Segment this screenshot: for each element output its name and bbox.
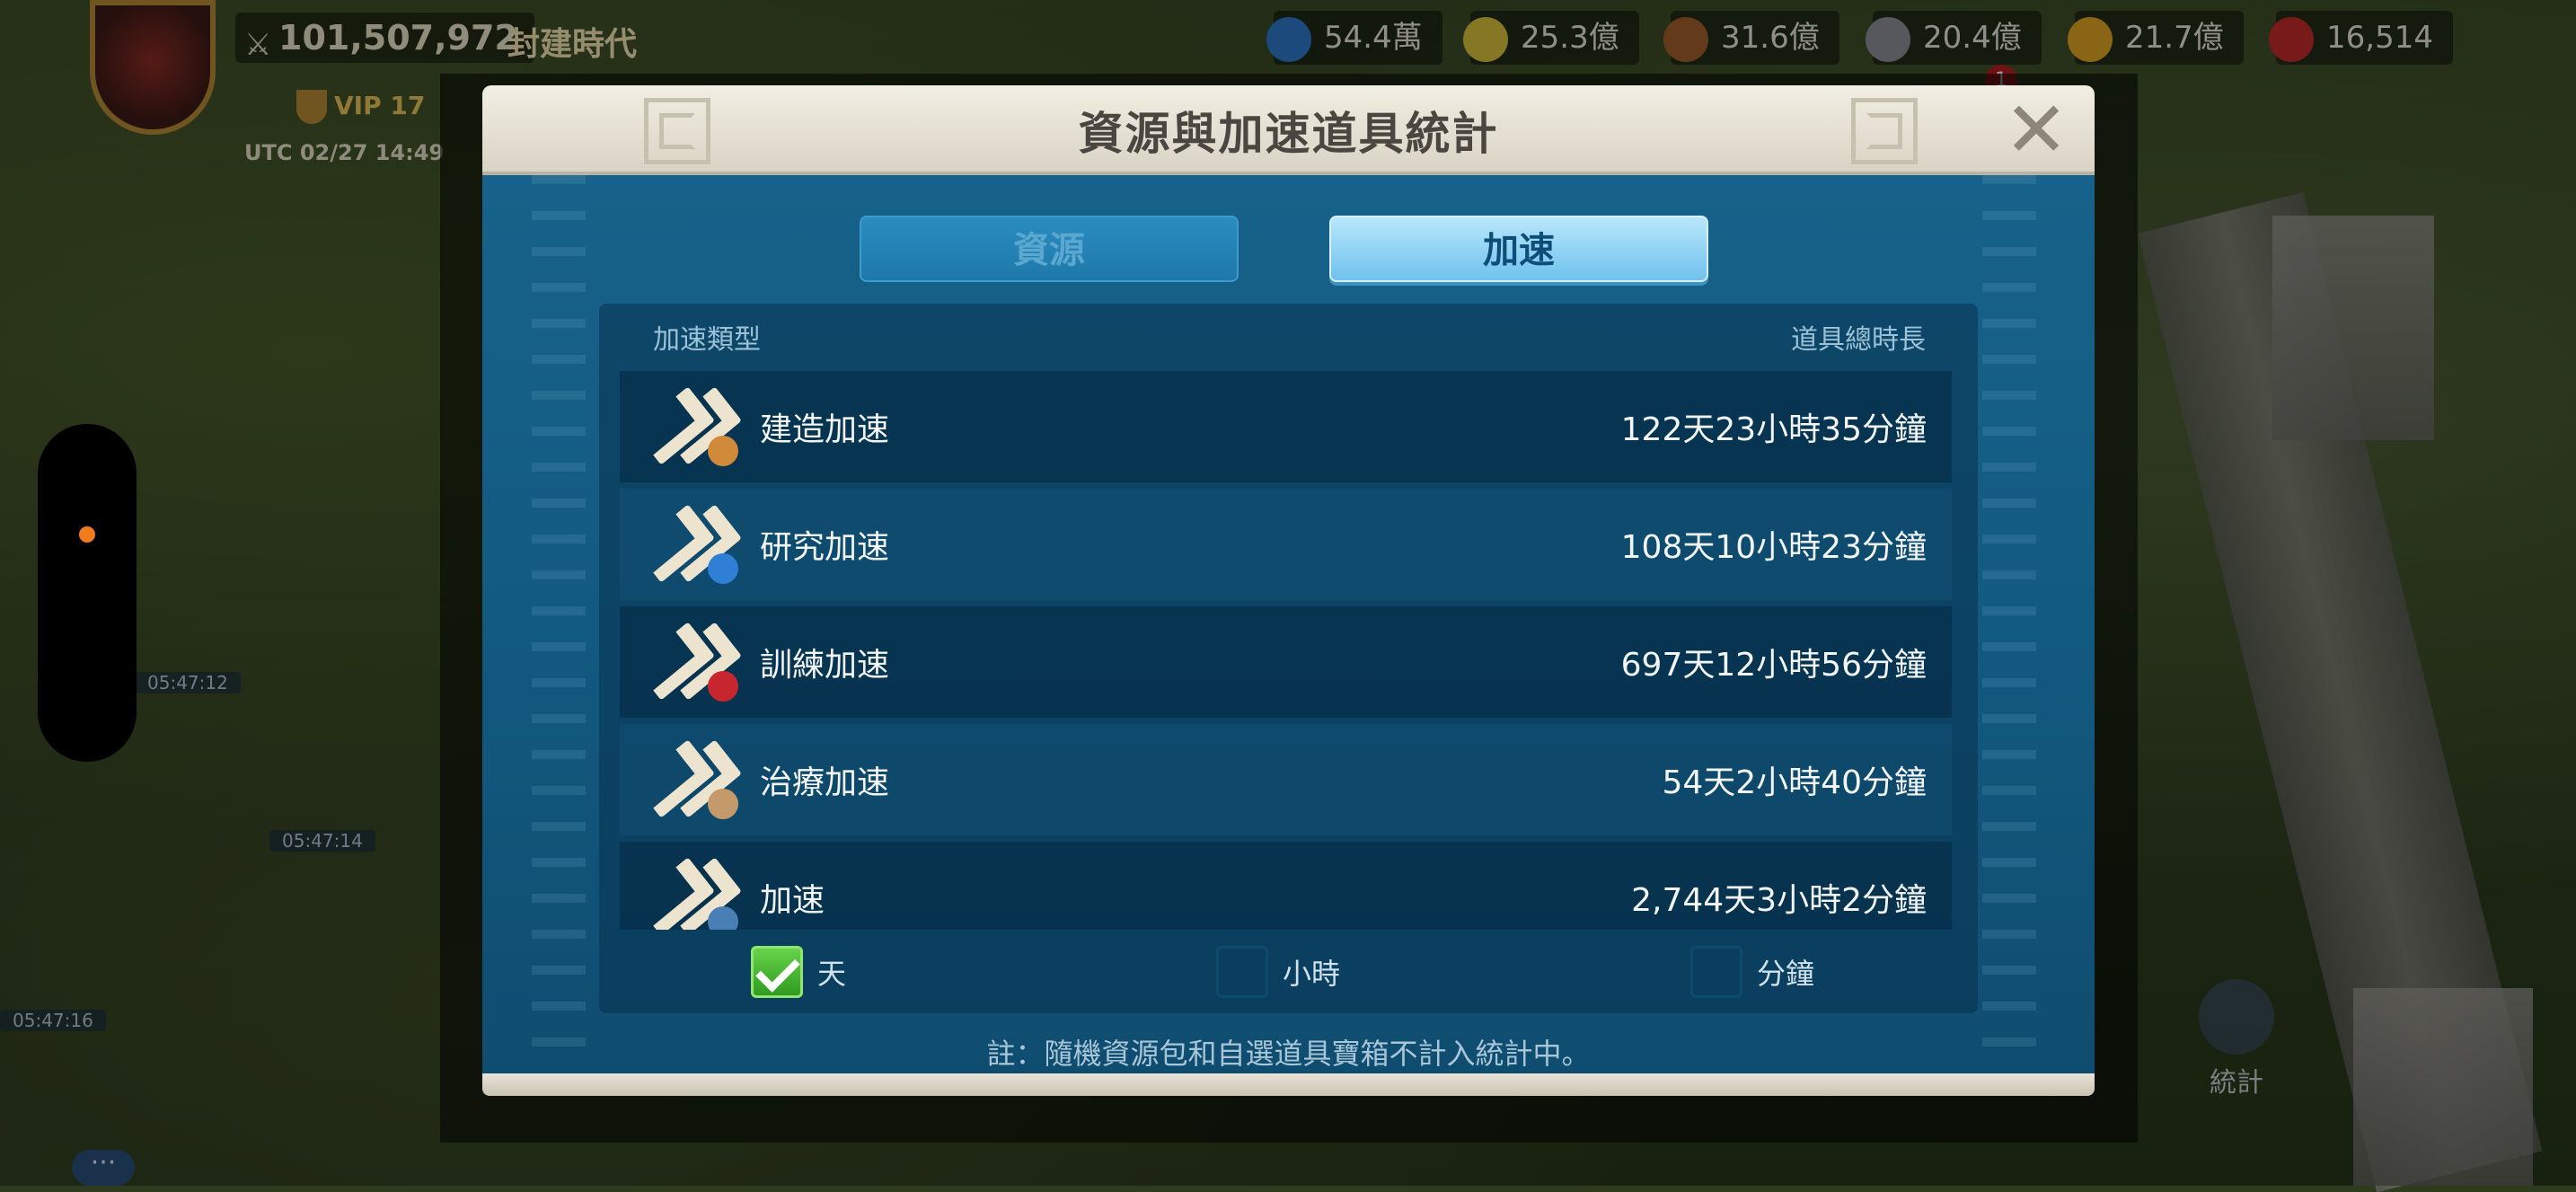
speedup-list[interactable]: 建造加速 122天23小時35分鐘研究加速 108天10小時23分鐘訓練加速 697天…: [620, 371, 1952, 930]
training-speedup-icon: [633, 617, 743, 707]
speedup-name: 加速: [760, 882, 825, 919]
speedup-row[interactable]: 加速 2,744天3小時2分鐘: [620, 842, 1952, 930]
dialog-footer: [482, 1073, 2095, 1096]
speedup-row[interactable]: 研究加速 108天10小時23分鐘: [620, 489, 1952, 600]
speedup-row[interactable]: 訓練加速 697天12小時56分鐘: [620, 606, 1952, 718]
tab-resources[interactable]: 資源: [860, 216, 1239, 282]
checkmark-icon: [755, 948, 800, 993]
speedup-duration: 2,744天3小時2分鐘: [1631, 882, 1927, 919]
research-speedup-icon: [633, 499, 743, 589]
speedup-duration: 108天10小時23分鐘: [1620, 529, 1927, 566]
construction-speedup-icon: [633, 382, 743, 472]
days-label: 天: [817, 957, 847, 991]
hours-checkbox[interactable]: [1216, 946, 1268, 998]
unit-toggle-hours[interactable]: 小時: [1216, 945, 1340, 999]
speedup-name: 建造加速: [760, 411, 890, 448]
footnote: 註：隨機資源包和自選道具寶箱不計入統計中。: [986, 1037, 1591, 1071]
speedup-name: 研究加速: [760, 529, 890, 566]
speedup-duration: 697天12小時56分鐘: [1620, 647, 1927, 684]
speedup-duration: 54天2小時40分鐘: [1662, 764, 1927, 801]
speedup-name: 治療加速: [760, 764, 890, 801]
floating-side-pill[interactable]: [38, 424, 137, 762]
speedup-name: 訓練加速: [760, 647, 890, 684]
healing-speedup-icon: [633, 735, 743, 825]
speedup-duration: 122天23小時35分鐘: [1620, 411, 1927, 448]
universal-speedup-icon: [633, 852, 743, 930]
unit-toggle-days[interactable]: 天: [751, 945, 846, 999]
meander-border: [1982, 175, 2036, 1073]
column-header-type: 加速類型: [653, 324, 761, 356]
tab-speedups[interactable]: 加速: [1329, 216, 1708, 282]
dialog-title: 資源與加速道具統計: [1078, 108, 1499, 160]
days-checkbox[interactable]: [751, 946, 803, 998]
unit-toggle-minutes[interactable]: 分鐘: [1690, 945, 1814, 999]
close-button[interactable]: ✕: [2000, 92, 2072, 169]
minutes-checkbox[interactable]: [1690, 946, 1742, 998]
dialog-header: 資源與加速道具統計 ✕: [482, 85, 2095, 175]
speedup-row[interactable]: 建造加速 122天23小時35分鐘: [620, 371, 1952, 482]
minutes-label: 分鐘: [1757, 957, 1815, 991]
speedup-row[interactable]: 治療加速 54天2小時40分鐘: [620, 724, 1952, 835]
meander-border: [532, 175, 586, 1073]
column-header-duration: 道具總時長: [1791, 324, 1926, 356]
status-dot: [79, 526, 95, 543]
hours-label: 小時: [1283, 957, 1341, 991]
